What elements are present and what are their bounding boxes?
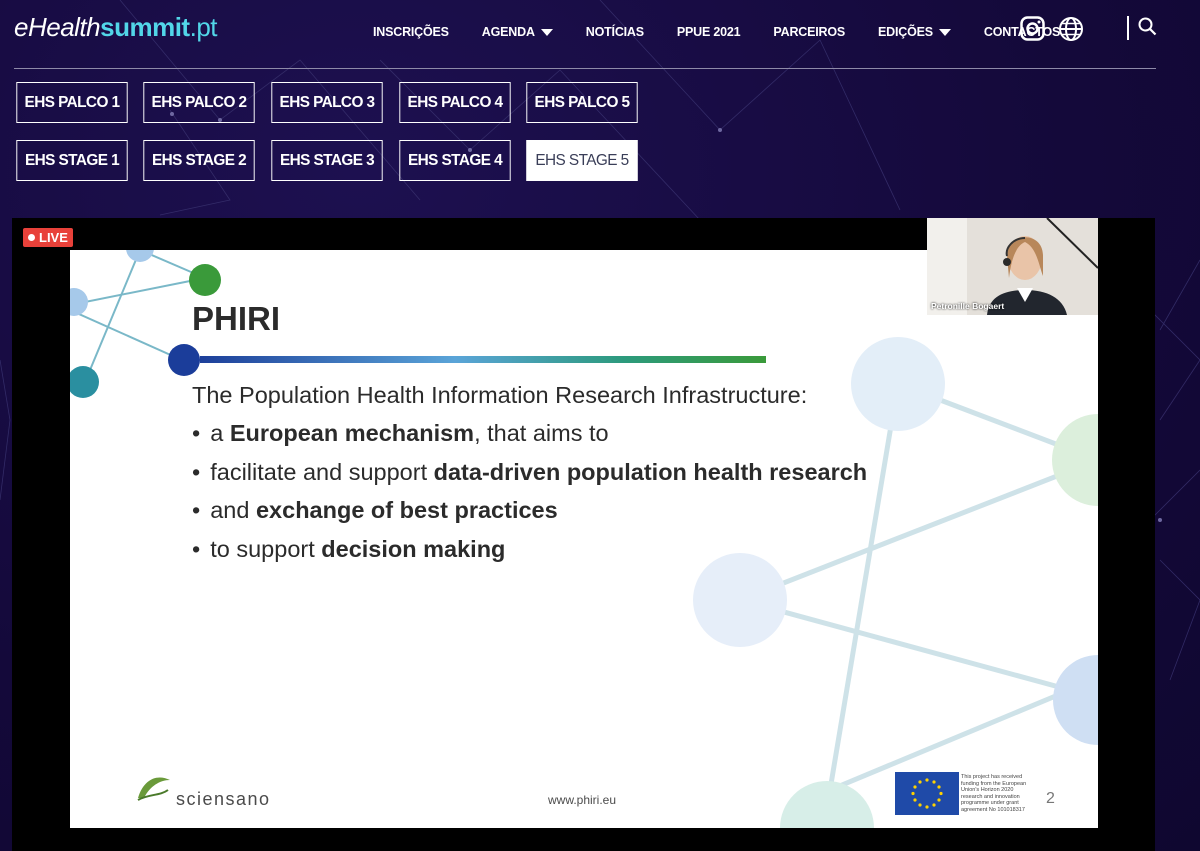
slide-intro: The Population Health Information Resear… <box>192 382 808 408</box>
nav-item-noticias[interactable]: NOTÍCIAS <box>586 25 644 39</box>
speaker-name: Petronille Bogaert <box>931 301 1005 311</box>
caret-down-icon <box>938 28 951 36</box>
nav-label: PPUE 2021 <box>676 25 741 39</box>
globe-icon[interactable] <box>1058 16 1084 42</box>
live-badge: LIVE <box>23 228 73 247</box>
logo-part-summit: summit <box>100 12 190 42</box>
bullet-item: • to support decision making <box>192 535 506 562</box>
page: eHealthsummit.pt INSCRIÇÕES AGENDA NOTÍC… <box>0 0 1200 851</box>
slide-page-number: 2 <box>1046 790 1055 807</box>
footer-logo-text: sciensano <box>176 789 271 809</box>
site-logo[interactable]: eHealthsummit.pt <box>14 12 218 43</box>
slide-bullet-list: • a European mechanism, that aims to • fac… <box>192 420 867 574</box>
main-nav: INSCRIÇÕES AGENDA NOTÍCIAS PPUE 2021 PAR… <box>373 22 1093 42</box>
footer-url: www.phiri.eu <box>548 793 617 807</box>
stage-button-palco-4[interactable]: EHS PALCO 4 <box>399 82 511 123</box>
search-icon[interactable] <box>1138 17 1157 36</box>
eu-flag-icon <box>895 772 959 815</box>
nav-label: AGENDA <box>481 25 535 39</box>
nav-item-ppue-2021[interactable]: PPUE 2021 <box>677 25 741 39</box>
instagram-icon[interactable] <box>1020 16 1045 41</box>
nav-item-inscricoes[interactable]: INSCRIÇÕES <box>373 25 449 39</box>
nav-item-edicoes[interactable]: EDIÇÕES <box>878 25 951 39</box>
stage-button-stage-4[interactable]: EHS STAGE 4 <box>399 140 511 181</box>
nav-item-agenda[interactable]: AGENDA <box>482 25 553 39</box>
live-label: LIVE <box>39 230 68 245</box>
stage-button-stage-5[interactable]: EHS STAGE 5 <box>526 140 638 181</box>
presentation-slide: PHIRI The Population Health Information … <box>70 250 1098 828</box>
speaker-webcam: Petronille Bogaert <box>927 218 1098 315</box>
stage-button-palco-1[interactable]: EHS PALCO 1 <box>16 82 128 123</box>
live-dot-icon <box>28 234 35 241</box>
nav-item-parceiros[interactable]: PARCEIROS <box>773 25 845 39</box>
stage-button-palco-2[interactable]: EHS PALCO 2 <box>143 82 255 123</box>
slide-title: PHIRI <box>192 300 281 337</box>
eu-funding-notice: This project has received funding from t… <box>961 774 1027 813</box>
nav-label: PARCEIROS <box>773 25 846 39</box>
title-underline <box>200 356 766 363</box>
bullet-item: • a European mechanism, that aims to <box>192 420 609 446</box>
logo-part-domain: .pt <box>189 12 218 42</box>
title-dot <box>168 344 200 376</box>
header-divider <box>14 68 1156 69</box>
stage-button-stage-3[interactable]: EHS STAGE 3 <box>271 140 383 181</box>
bullet-item: • and exchange of best practices <box>192 497 558 523</box>
video-player[interactable]: LIVE PHIRI The Population Health Informa… <box>12 218 1155 851</box>
header-separator <box>1127 16 1129 40</box>
caret-down-icon <box>540 28 553 36</box>
nav-label: INSCRIÇÕES <box>373 25 449 39</box>
stage-button-palco-5[interactable]: EHS PALCO 5 <box>526 82 638 123</box>
stage-button-stage-2[interactable]: EHS STAGE 2 <box>143 140 255 181</box>
stage-button-stage-1[interactable]: EHS STAGE 1 <box>16 140 128 181</box>
bullet-item: • facilitate and support data-driven popu… <box>192 458 868 485</box>
logo-part-ehealth: eHealth <box>14 12 101 42</box>
stage-button-palco-3[interactable]: EHS PALCO 3 <box>271 82 383 123</box>
nav-label: NOTÍCIAS <box>585 25 644 39</box>
sciensano-logo-icon <box>137 777 170 801</box>
nav-label: EDIÇÕES <box>878 25 933 39</box>
